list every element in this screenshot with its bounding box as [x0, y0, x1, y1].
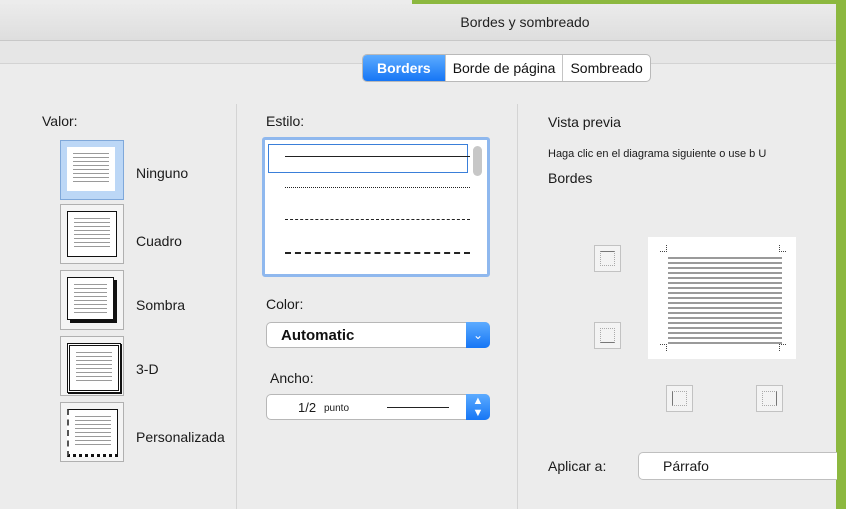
tab-bar: Borders Borde de página Sombreado [362, 54, 651, 82]
setting-shadow-button[interactable] [60, 270, 124, 330]
style-option-dotted[interactable] [285, 187, 470, 188]
borders-label: Bordes [548, 170, 593, 186]
column-divider-2 [517, 104, 518, 509]
corner-mark [660, 245, 667, 252]
style-option-long-dashed[interactable] [285, 252, 470, 254]
setting-custom-thumbnail [67, 409, 118, 457]
setting-label: Valor: [42, 113, 78, 129]
setting-box-thumbnail [67, 211, 117, 257]
setting-none-button[interactable] [60, 140, 124, 200]
setting-3d-button[interactable] [60, 336, 124, 396]
style-list-scrollbar[interactable] [473, 146, 482, 176]
apply-to-label: Aplicar a: [548, 458, 607, 474]
preview-diagram[interactable] [648, 237, 796, 359]
column-divider-1 [236, 104, 237, 509]
color-select[interactable]: Automatic ⌄ [266, 322, 490, 348]
style-selection-highlight [268, 144, 468, 173]
chevron-down-icon: ⌄ [466, 322, 490, 348]
left-border-button[interactable] [666, 385, 693, 412]
corner-mark [779, 344, 786, 351]
apply-to-select[interactable]: Párrafo [638, 452, 837, 480]
setting-custom-label: Personalizada [136, 429, 225, 445]
setting-box-button[interactable] [60, 204, 124, 264]
width-line-sample [387, 407, 449, 408]
setting-shadow-label: Sombra [136, 297, 186, 313]
bottom-border-button[interactable] [594, 322, 621, 349]
setting-box-label: Cuadro [136, 233, 182, 249]
setting-3d-label: 3-D [136, 361, 159, 377]
preview-hint: Haga clic en el diagrama siguiente o use… [548, 148, 767, 160]
setting-none-thumbnail [67, 147, 115, 191]
stepper-icon: ▲ ▼ [466, 394, 490, 420]
width-unit: punto [324, 403, 350, 414]
tab-borders[interactable]: Borders [363, 55, 445, 81]
background-window-edge [836, 0, 846, 509]
corner-mark [660, 344, 667, 351]
tab-shading[interactable]: Sombreado [562, 55, 649, 81]
setting-3d-thumbnail [67, 343, 121, 393]
preview-text-lines [668, 257, 782, 345]
color-select-value: Automatic [281, 327, 355, 344]
width-label: Ancho: [270, 370, 314, 386]
style-option-solid[interactable] [285, 156, 470, 157]
style-label: Estilo: [266, 113, 305, 129]
preview-label: Vista previa [548, 114, 621, 130]
right-border-button[interactable] [756, 385, 783, 412]
setting-none-label: Ninguno [136, 165, 189, 181]
color-label: Color: [266, 296, 304, 312]
style-option-dashed[interactable] [285, 219, 470, 220]
width-select[interactable]: 1/2 punto ▲ ▼ [266, 394, 490, 420]
width-value: 1/2 [298, 400, 317, 415]
style-list[interactable] [262, 137, 490, 277]
setting-shadow-thumbnail [67, 277, 114, 320]
apply-to-value: Párrafo [663, 458, 709, 474]
top-border-button[interactable] [594, 245, 621, 272]
tab-page-border[interactable]: Borde de página [444, 55, 563, 81]
setting-custom-button[interactable] [60, 402, 124, 462]
corner-mark [779, 245, 786, 252]
window-title: Bordes y sombreado [460, 14, 590, 30]
